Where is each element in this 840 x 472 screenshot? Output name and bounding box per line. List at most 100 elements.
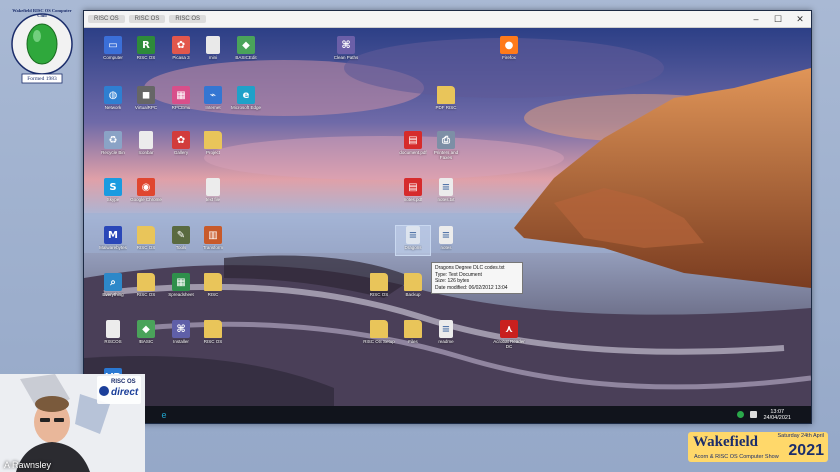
pdf-icon: ▤	[404, 178, 422, 196]
desktop-icon-label: RISC OS Setup	[363, 339, 395, 344]
edge-taskbar-icon[interactable]: e	[156, 408, 172, 422]
desktop-icon-internet[interactable]: ⌁ Internet	[196, 86, 230, 115]
desktop-icon-txt2[interactable]: ≡ notes	[429, 226, 463, 255]
app-icon: ◆	[237, 36, 255, 54]
volume-tray-icon[interactable]	[750, 411, 758, 418]
desktop-icon-label: Recycle Bin	[101, 150, 125, 155]
desktop-icon-txt1[interactable]: ≡ notes.txt	[429, 178, 463, 207]
desktop-icon-label: Internet	[205, 105, 221, 110]
desktop-icon-folder2[interactable]: Project	[196, 131, 230, 160]
window-titlebar[interactable]: RISC OS RISC OS RISC OS – ☐ ✕	[84, 11, 811, 28]
show-banner-year: 2021	[788, 442, 824, 459]
desktop-icon-folder6[interactable]: RISC OS	[362, 273, 396, 302]
folder-icon	[370, 320, 388, 338]
desktop-icon-skype[interactable]: S Skype	[96, 178, 130, 207]
desktop-icon-edge[interactable]: e Microsoft Edge	[229, 86, 263, 115]
riscos-direct-line2: direct	[111, 387, 139, 398]
desktop-icon-label: RISC OS	[136, 292, 156, 297]
desktop-icon-label: PDF RISC	[435, 105, 457, 110]
desktop-icon-picasa[interactable]: ✿ Picasa 3	[164, 36, 198, 65]
desktop-icon-folder3[interactable]: RISC OS	[129, 226, 163, 255]
desktop-icon-folder1[interactable]: PDF RISC	[429, 86, 463, 115]
recycle-bin-icon: ♻	[104, 131, 122, 149]
printer-icon: ⎙	[437, 131, 455, 149]
document-icon	[139, 131, 153, 149]
rpc-icon: ▦	[172, 86, 190, 104]
app-icon: ▥	[204, 226, 222, 244]
maximize-button[interactable]: ☐	[767, 11, 789, 27]
desktop-icon-doc2[interactable]: Iconbar	[129, 131, 163, 160]
window-tab[interactable]: RISC OS	[88, 15, 125, 23]
desktop-icon-doc4[interactable]: RISCOS	[96, 320, 130, 349]
desktop-icon-doc3[interactable]: text file	[196, 178, 230, 207]
desktop-icon-label: notes.pdf	[403, 197, 423, 202]
desktop-icon-folder7[interactable]: Backup	[396, 273, 430, 302]
text-file-icon: ≡	[439, 320, 453, 338]
desktop-icon-chrome[interactable]: ◉ Google Chrome	[129, 178, 163, 207]
taskbar-clock[interactable]: 13:07 24/04/2021	[763, 409, 791, 421]
desktop-icon-mini[interactable]: mini	[196, 36, 230, 65]
desktop-icon-label: Dragons	[404, 245, 422, 250]
desktop-icon-gallery[interactable]: ✿ Gallery	[164, 131, 198, 160]
minimize-button[interactable]: –	[745, 11, 767, 27]
club-logo: Formed 1983 Wakefield RISC OS Computer C…	[10, 6, 74, 90]
desktop-icon-label: Acrobat Reader DC	[493, 339, 525, 349]
desktop-icon-pdf1[interactable]: ▤ document.pdf	[396, 131, 430, 160]
desktop-icon-label: Files	[408, 339, 418, 344]
desktop-icon-acrobat[interactable]: ⋏ Acrobat Reader DC	[492, 320, 526, 349]
desktop-icon-riscos[interactable]: R RISC OS	[129, 36, 163, 65]
desktop-icon-folder4[interactable]: RISC OS	[129, 273, 163, 302]
text-file-icon: ≡	[406, 226, 420, 244]
desktop-icon-setup[interactable]: ⌘ Clean Paths	[329, 36, 363, 65]
club-name-text: Wakefield RISC OS Computer Club	[12, 8, 72, 18]
desktop-icon-recycle[interactable]: ♻ Recycle Bin	[96, 131, 130, 160]
document-icon	[206, 178, 220, 196]
desktop-icon-folder5[interactable]: RISC	[196, 273, 230, 302]
show-banner-date: Saturday 24th April	[777, 433, 824, 439]
desktop-icon-folder10[interactable]: Files	[396, 320, 430, 349]
window-tab[interactable]: RISC OS	[128, 15, 166, 23]
desktop-icon-label: Google Chrome	[130, 197, 162, 202]
desktop-icon-txt3[interactable]: ≡ readme	[429, 320, 463, 349]
desktop-icon-tool[interactable]: ✎ Tools	[164, 226, 198, 255]
desktop-icon-label: Iconbar	[138, 150, 154, 155]
desktop-icon-pdf2[interactable]: ▤ notes.pdf	[396, 178, 430, 207]
file-tooltip: Dragons Degree DLC codes.txt Type: Text …	[431, 262, 523, 294]
desktop-icon-scanner[interactable]: ⎙ Printers and Faxes	[429, 131, 463, 160]
close-button[interactable]: ✕	[789, 11, 811, 27]
security-tray-icon[interactable]	[737, 411, 745, 418]
window-tab[interactable]: RISC OS	[169, 15, 207, 23]
desktop-icon-folder9[interactable]: RISC OS Setup	[362, 320, 396, 349]
shared-screen-window[interactable]: RISC OS RISC OS RISC OS – ☐ ✕ ▭ Computer…	[83, 10, 812, 424]
desktop-icon-txtsel[interactable]: ≡ Dragons	[395, 225, 431, 256]
desktop-icon-label: Gallery	[173, 150, 189, 155]
desktop-icon-label: Printers and Faxes	[433, 150, 459, 160]
folder-icon	[204, 320, 222, 338]
desktop-icon-sheet[interactable]: ▦ Spreadsheet	[164, 273, 198, 302]
desktop-icon-rpcemu[interactable]: ▦ RPCEmu	[164, 86, 198, 115]
tool-icon: ✎	[172, 226, 190, 244]
desktop-area[interactable]: ▭ Computer R RISC OS ✿ Picasa 3 mini ◆ BASICEdit…	[84, 28, 811, 406]
desktop-icon-basic[interactable]: ◆ BASICEdit	[229, 36, 263, 65]
desktop-icon-vm[interactable]: ◼ VirtualRPC	[129, 86, 163, 115]
desktop-icon-foobar[interactable]: ▥ Transform	[196, 226, 230, 255]
desktop-icon-label: mini	[208, 55, 218, 60]
desktop-icon-label: RISC OS	[136, 55, 156, 60]
desktop-icon-malware[interactable]: M Malwarebytes	[96, 226, 130, 255]
desktop-icon-install[interactable]: ⌘ Installer	[164, 320, 198, 349]
clock-date: 24/04/2021	[763, 414, 791, 421]
desktop-icon-label: Spreadsheet	[168, 292, 194, 297]
riscos-icon: R	[137, 36, 155, 54]
desktop-icon-label: document.pdf	[399, 150, 427, 155]
riscos-direct-line1: RISC OS	[111, 379, 136, 385]
search-icon: ⌕	[104, 273, 122, 291]
desktop-icon-network[interactable]: ◍ Network	[96, 86, 130, 115]
desktop-icon-search[interactable]: ⌕ Everything	[96, 273, 130, 302]
text-file-icon: ≡	[439, 178, 453, 196]
desktop-icon-computer[interactable]: ▭ Computer	[96, 36, 130, 65]
window-tabs: RISC OS RISC OS RISC OS	[88, 15, 207, 23]
desktop-icon-firefox[interactable]: ● Firefox	[492, 36, 526, 65]
desktop-icon-basic2[interactable]: ◆ !BASIC	[129, 320, 163, 349]
desktop-icon-folder8[interactable]: RISC OS	[196, 320, 230, 349]
network-icon: ◍	[104, 86, 122, 104]
